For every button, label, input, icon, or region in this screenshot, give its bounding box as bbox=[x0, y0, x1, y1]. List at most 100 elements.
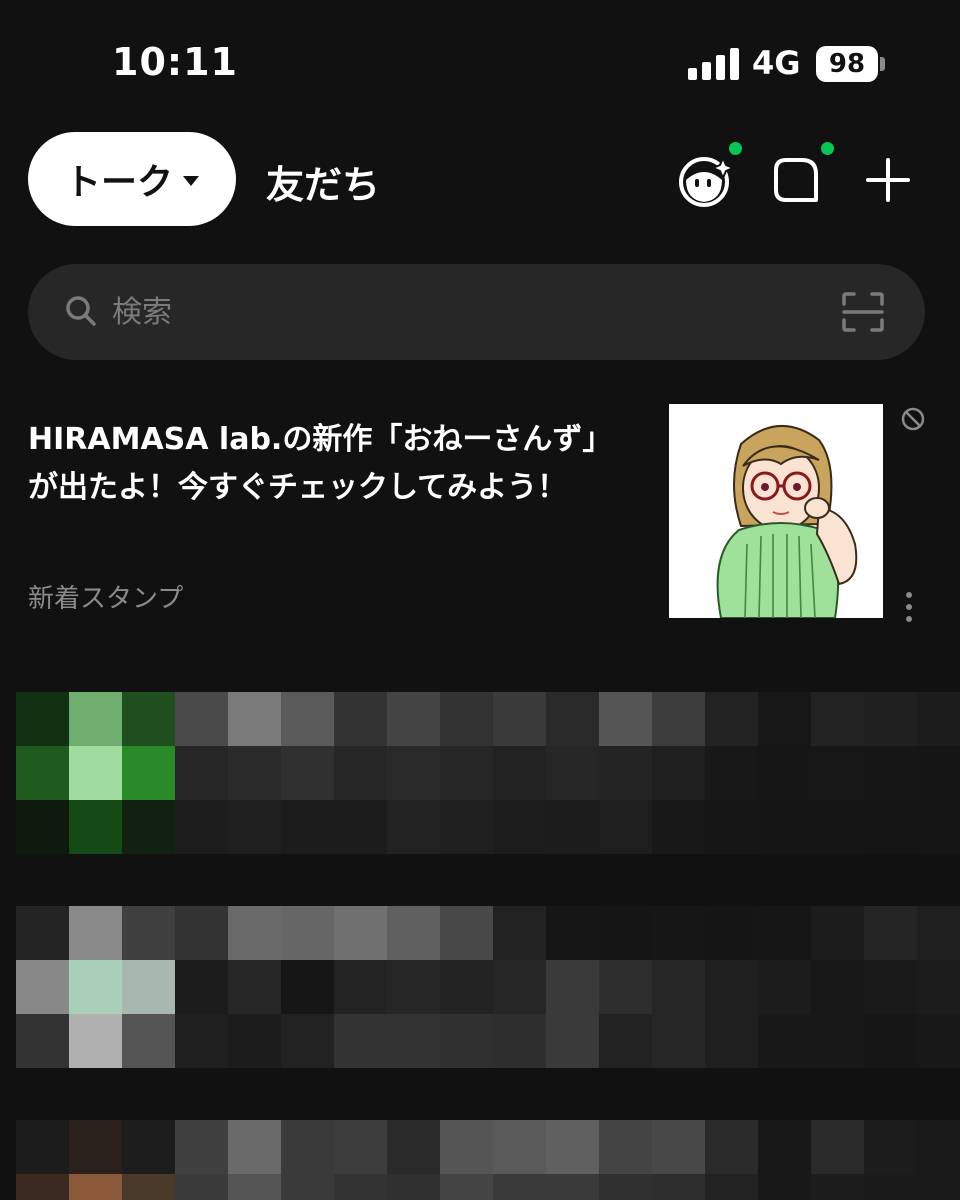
mosaic-cell bbox=[281, 1120, 335, 1174]
square-bubble-icon[interactable] bbox=[772, 156, 820, 208]
mosaic-cell bbox=[493, 1014, 547, 1068]
face-sparkle-icon[interactable] bbox=[678, 154, 736, 212]
mosaic-cell bbox=[387, 692, 441, 746]
mosaic-cell bbox=[811, 692, 865, 746]
mosaic-cell bbox=[705, 1120, 759, 1174]
mosaic-cell bbox=[917, 906, 960, 960]
scan-icon[interactable] bbox=[842, 292, 884, 336]
mosaic-cell bbox=[16, 800, 70, 854]
mosaic-cell bbox=[440, 692, 494, 746]
mosaic-cell bbox=[228, 1174, 282, 1200]
mosaic-cell bbox=[175, 746, 229, 800]
mosaic-cell bbox=[599, 1174, 653, 1200]
search-bar[interactable] bbox=[28, 264, 925, 360]
mosaic-cell bbox=[546, 906, 600, 960]
mosaic-cell bbox=[493, 800, 547, 854]
search-icon bbox=[64, 294, 98, 332]
mosaic-cell bbox=[917, 1014, 960, 1068]
mosaic-cell bbox=[652, 692, 706, 746]
mosaic-cell bbox=[652, 1120, 706, 1174]
mosaic-cell bbox=[864, 746, 918, 800]
mosaic-cell bbox=[16, 746, 70, 800]
mosaic-cell bbox=[387, 746, 441, 800]
more-options-icon[interactable] bbox=[904, 590, 914, 628]
mosaic-cell bbox=[864, 1014, 918, 1068]
mosaic-cell bbox=[599, 1120, 653, 1174]
tab-friends[interactable]: 友だち bbox=[266, 154, 380, 209]
mosaic-cell bbox=[864, 800, 918, 854]
mosaic-cell bbox=[440, 1014, 494, 1068]
mosaic-cell bbox=[652, 746, 706, 800]
block-icon[interactable] bbox=[900, 406, 926, 436]
mosaic-cell bbox=[334, 746, 388, 800]
mosaic-cell bbox=[228, 692, 282, 746]
mosaic-cell bbox=[69, 800, 123, 854]
mosaic-cell bbox=[917, 746, 960, 800]
mosaic-cell bbox=[917, 692, 960, 746]
mosaic-cell bbox=[387, 1014, 441, 1068]
mosaic-cell bbox=[493, 1120, 547, 1174]
mosaic-cell bbox=[599, 692, 653, 746]
mosaic-cell bbox=[811, 746, 865, 800]
promo-subtitle: 新着スタンプ bbox=[28, 584, 184, 614]
mosaic-cell bbox=[228, 960, 282, 1014]
mosaic-cell bbox=[493, 1174, 547, 1200]
promo-banner[interactable]: HIRAMASA lab.の新作「おねーさんず」が出たよ！今すぐチェックしてみよ… bbox=[0, 390, 960, 640]
mosaic-cell bbox=[864, 906, 918, 960]
mosaic-cell bbox=[281, 960, 335, 1014]
mosaic-cell bbox=[758, 1174, 812, 1200]
mosaic-cell bbox=[546, 1120, 600, 1174]
mosaic-cell bbox=[334, 800, 388, 854]
mosaic-cell bbox=[334, 906, 388, 960]
plus-icon[interactable] bbox=[864, 156, 912, 208]
mosaic-cell bbox=[122, 960, 176, 1014]
mosaic-cell bbox=[16, 1174, 70, 1200]
mosaic-cell bbox=[281, 1174, 335, 1200]
mosaic-cell bbox=[864, 1120, 918, 1174]
mosaic-cell bbox=[175, 692, 229, 746]
mosaic-cell bbox=[440, 1174, 494, 1200]
mosaic-cell bbox=[758, 746, 812, 800]
mosaic-cell bbox=[811, 906, 865, 960]
mosaic-cell bbox=[69, 960, 123, 1014]
network-type: 4G bbox=[752, 44, 801, 82]
status-bar: 10:11 4G 98 bbox=[0, 0, 960, 120]
mosaic-cell bbox=[122, 692, 176, 746]
mosaic-cell bbox=[281, 1014, 335, 1068]
tab-talk[interactable]: トーク bbox=[28, 132, 236, 226]
mosaic-cell bbox=[69, 1174, 123, 1200]
mosaic-cell bbox=[599, 746, 653, 800]
mosaic-cell bbox=[864, 960, 918, 1014]
mosaic-cell bbox=[122, 1014, 176, 1068]
mosaic-cell bbox=[599, 1014, 653, 1068]
mosaic-cell bbox=[705, 692, 759, 746]
mosaic-cell bbox=[16, 1014, 70, 1068]
mosaic-cell bbox=[493, 692, 547, 746]
mosaic-cell bbox=[334, 1174, 388, 1200]
mosaic-cell bbox=[599, 906, 653, 960]
mosaic-cell bbox=[705, 800, 759, 854]
signal-icon bbox=[688, 48, 740, 80]
mosaic-cell bbox=[387, 1120, 441, 1174]
mosaic-cell bbox=[69, 906, 123, 960]
mosaic-cell bbox=[705, 1174, 759, 1200]
notification-dot bbox=[821, 142, 834, 155]
sticker-thumbnail[interactable] bbox=[669, 404, 883, 618]
chevron-down-icon bbox=[183, 176, 199, 186]
mosaic-cell bbox=[811, 960, 865, 1014]
mosaic-cell bbox=[440, 800, 494, 854]
mosaic-cell bbox=[705, 960, 759, 1014]
mosaic-cell bbox=[917, 1174, 960, 1200]
search-input[interactable] bbox=[112, 290, 812, 334]
mosaic-cell bbox=[758, 906, 812, 960]
mosaic-cell bbox=[281, 800, 335, 854]
mosaic-cell bbox=[387, 906, 441, 960]
tab-talk-label: トーク bbox=[64, 162, 173, 203]
mosaic-cell bbox=[811, 1014, 865, 1068]
mosaic-cell bbox=[334, 1120, 388, 1174]
mosaic-cell bbox=[228, 1014, 282, 1068]
mosaic-cell bbox=[69, 746, 123, 800]
mosaic-cell bbox=[546, 746, 600, 800]
mosaic-cell bbox=[758, 960, 812, 1014]
mosaic-cell bbox=[546, 800, 600, 854]
